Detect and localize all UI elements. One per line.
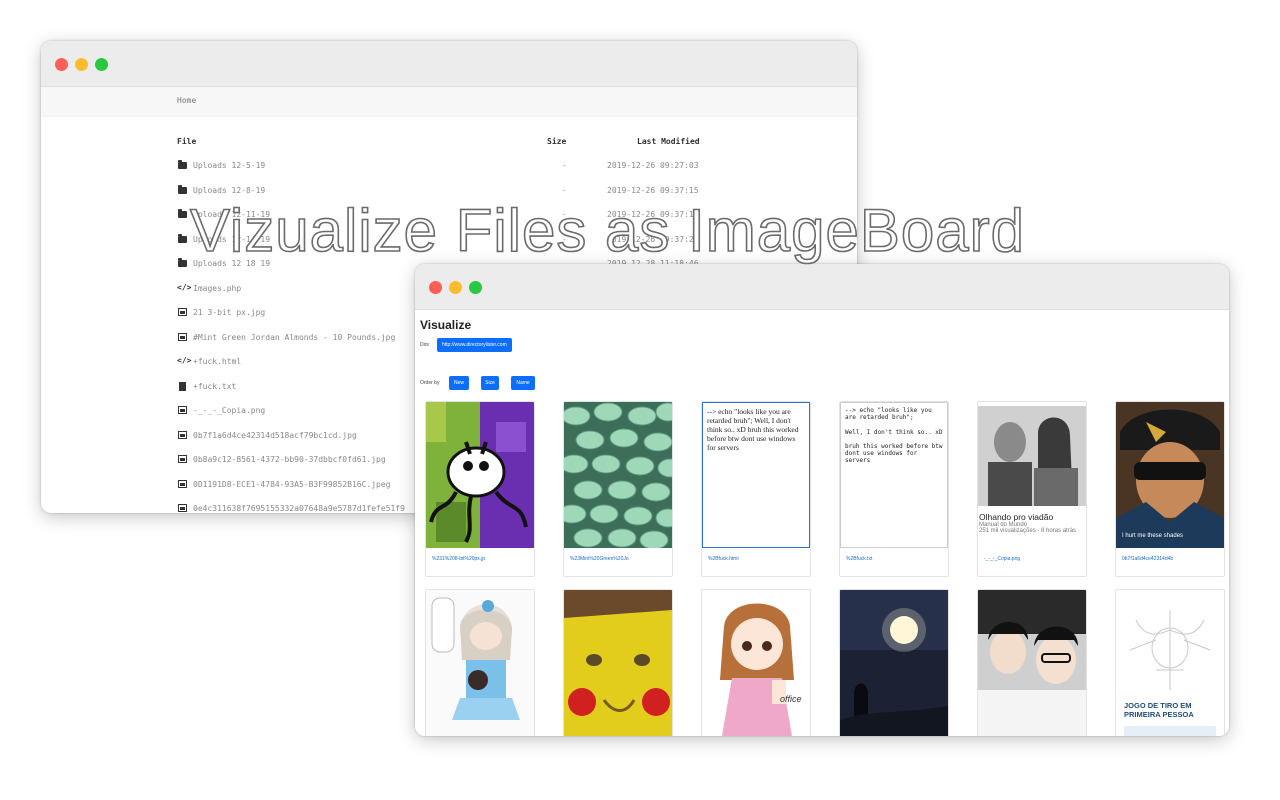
visualize-body: Visualize Dirs http://www.directoryliste… [415, 310, 1229, 736]
file-name[interactable]: -_-_-_Copia.png [193, 406, 265, 415]
sticker-text: office [780, 694, 802, 704]
image-icon [177, 332, 187, 342]
text-card[interactable]: --> echo "looks like you are retarded br… [701, 401, 811, 577]
folder-icon [177, 258, 187, 268]
image-card[interactable] [563, 589, 673, 736]
file-name[interactable]: 0b7f1a6d4ce42314d518acf79bc1cd.jpg [193, 431, 357, 440]
folder-icon [177, 209, 187, 219]
order-name-button[interactable]: Name [511, 376, 535, 390]
file-row[interactable]: Uploads 12-5-19 - 2019-12-26 09:27:03 [177, 160, 707, 174]
card-caption[interactable]: %231%208-bit%20px.jp [432, 556, 485, 562]
file-size: - [562, 185, 567, 195]
anime-doll-thumbnail[interactable] [426, 590, 534, 736]
almonds-thumbnail[interactable] [564, 402, 672, 548]
image-icon [177, 405, 187, 415]
column-file[interactable]: File [177, 137, 196, 146]
file-name[interactable]: #Mint Green Jordan Almonds - 10 Pounds.j… [193, 333, 395, 342]
file-modified: 2019-12-26 09:27:03 [607, 161, 699, 170]
file-name[interactable]: 0b8a9c12-8561-4372-bb90-37dbbcf0fd61.jpg [193, 455, 386, 464]
image-card[interactable] [839, 589, 949, 736]
video-title: Olhando pro viadão [979, 512, 1054, 522]
file-name[interactable]: Images.php [193, 284, 241, 293]
html-preview: --> echo "looks like you are retarded br… [702, 402, 810, 548]
image-card[interactable]: Olhando pro viadão Manual do Mundo 251 m… [977, 401, 1087, 577]
text-card[interactable]: --> echo "looks like you are retarded br… [839, 401, 949, 577]
title-bar [41, 41, 857, 87]
file-name[interactable]: +fuck.txt [193, 382, 236, 391]
image-icon [177, 307, 187, 317]
image-icon [177, 479, 187, 489]
image-card[interactable]: %23Mint%20Green%20Jo [563, 401, 673, 577]
meme-text: I hurt me these shades [1122, 533, 1184, 539]
column-modified[interactable]: Last Modified [637, 137, 700, 146]
dirs-label: Dirs [420, 342, 429, 348]
page-title: Visualize [420, 318, 472, 332]
selfie-thumbnail[interactable] [978, 590, 1086, 736]
file-name[interactable]: 21 3-bit px.jpg [193, 308, 265, 317]
anime-shades-thumbnail[interactable]: I hurt me these shades [1116, 402, 1224, 548]
maximize-window-icon[interactable] [469, 281, 482, 294]
image-card[interactable] [977, 589, 1087, 736]
image-card[interactable]: %231%208-bit%20px.jp [425, 401, 535, 577]
code-icon: </> [177, 356, 192, 365]
image-card[interactable]: office [701, 589, 811, 736]
breadcrumb-home[interactable]: Home [177, 96, 196, 105]
breadcrumb: Home [41, 87, 857, 117]
dir-button[interactable]: http://www.directorylister.com [437, 338, 512, 352]
video-caption: Olhando pro viadão Manual do Mundo 251 m… [978, 512, 1086, 534]
night-moon-thumbnail[interactable] [840, 590, 948, 736]
video-meta: 251 mil visualizações · 8 horas atrás [979, 528, 1077, 534]
hero-title: Vizualize Files as ImageBoard [189, 196, 1025, 265]
pikachu-face-thumbnail[interactable] [564, 590, 672, 736]
image-icon [177, 454, 187, 464]
title-bar [415, 264, 1229, 310]
order-size-button[interactable]: Size [481, 376, 499, 390]
image-icon [177, 503, 187, 513]
file-name[interactable]: Uploads 12-5-19 [193, 161, 265, 170]
folder-icon [177, 160, 187, 170]
visualize-window: Visualize Dirs http://www.directoryliste… [415, 264, 1229, 736]
image-card[interactable] [425, 589, 535, 736]
image-icon [177, 430, 187, 440]
folder-icon [177, 184, 187, 195]
card-caption[interactable]: %23Mint%20Green%20Jo [570, 556, 629, 562]
close-window-icon[interactable] [429, 281, 442, 294]
order-new-button[interactable]: New [449, 376, 469, 390]
order-label: Order by [420, 380, 440, 386]
card-caption[interactable]: -_-_-_Copia.png [984, 556, 1020, 562]
skull-sketch-thumbnail[interactable]: JOGO DE TIRO EM PRIMEIRA PESSOA [1116, 590, 1224, 736]
listing-header: File Size Last Modified [177, 137, 707, 149]
file-name[interactable]: 0D1191D8-ECE1-4784-93A5-B3F99852B16C.jpe… [193, 480, 390, 489]
card-caption[interactable]: %2Bfuck.html [708, 556, 739, 562]
file-name[interactable]: 0e4c311638f7695155332a07648a9e5787d1fefe… [193, 504, 405, 513]
file-modified: 2019-12-26 09:37:15 [607, 185, 699, 195]
card-caption[interactable]: %2Bfuck.txt [846, 556, 872, 562]
image-card[interactable]: I hurt me these shades 0b7f1a6d4ce42314d… [1115, 401, 1225, 577]
minimize-window-icon[interactable] [75, 58, 88, 71]
game-title-text: JOGO DE TIRO EM PRIMEIRA PESSOA [1124, 701, 1194, 719]
image-card[interactable]: JOGO DE TIRO EM PRIMEIRA PESSOA [1115, 589, 1225, 736]
folder-icon [177, 233, 187, 244]
maximize-window-icon[interactable] [95, 58, 108, 71]
column-size[interactable]: Size [547, 137, 566, 146]
close-window-icon[interactable] [55, 58, 68, 71]
txt-preview: --> echo "looks like you are retarded br… [840, 402, 948, 548]
file-name[interactable]: Uploads 12-8-19 [193, 186, 265, 195]
anime-girl-thumbnail[interactable]: office [702, 590, 810, 736]
video-screenshot-thumbnail[interactable]: Olhando pro viadão Manual do Mundo 251 m… [978, 402, 1086, 548]
file-icon [177, 381, 187, 391]
file-size: - [562, 161, 567, 170]
card-caption[interactable]: 0b7f1a6d4ce42314d4b [1122, 556, 1173, 562]
file-name[interactable]: +fuck.html [193, 357, 241, 366]
code-icon: </> [177, 282, 192, 292]
pixel-art-thumbnail[interactable] [426, 402, 534, 548]
minimize-window-icon[interactable] [449, 281, 462, 294]
